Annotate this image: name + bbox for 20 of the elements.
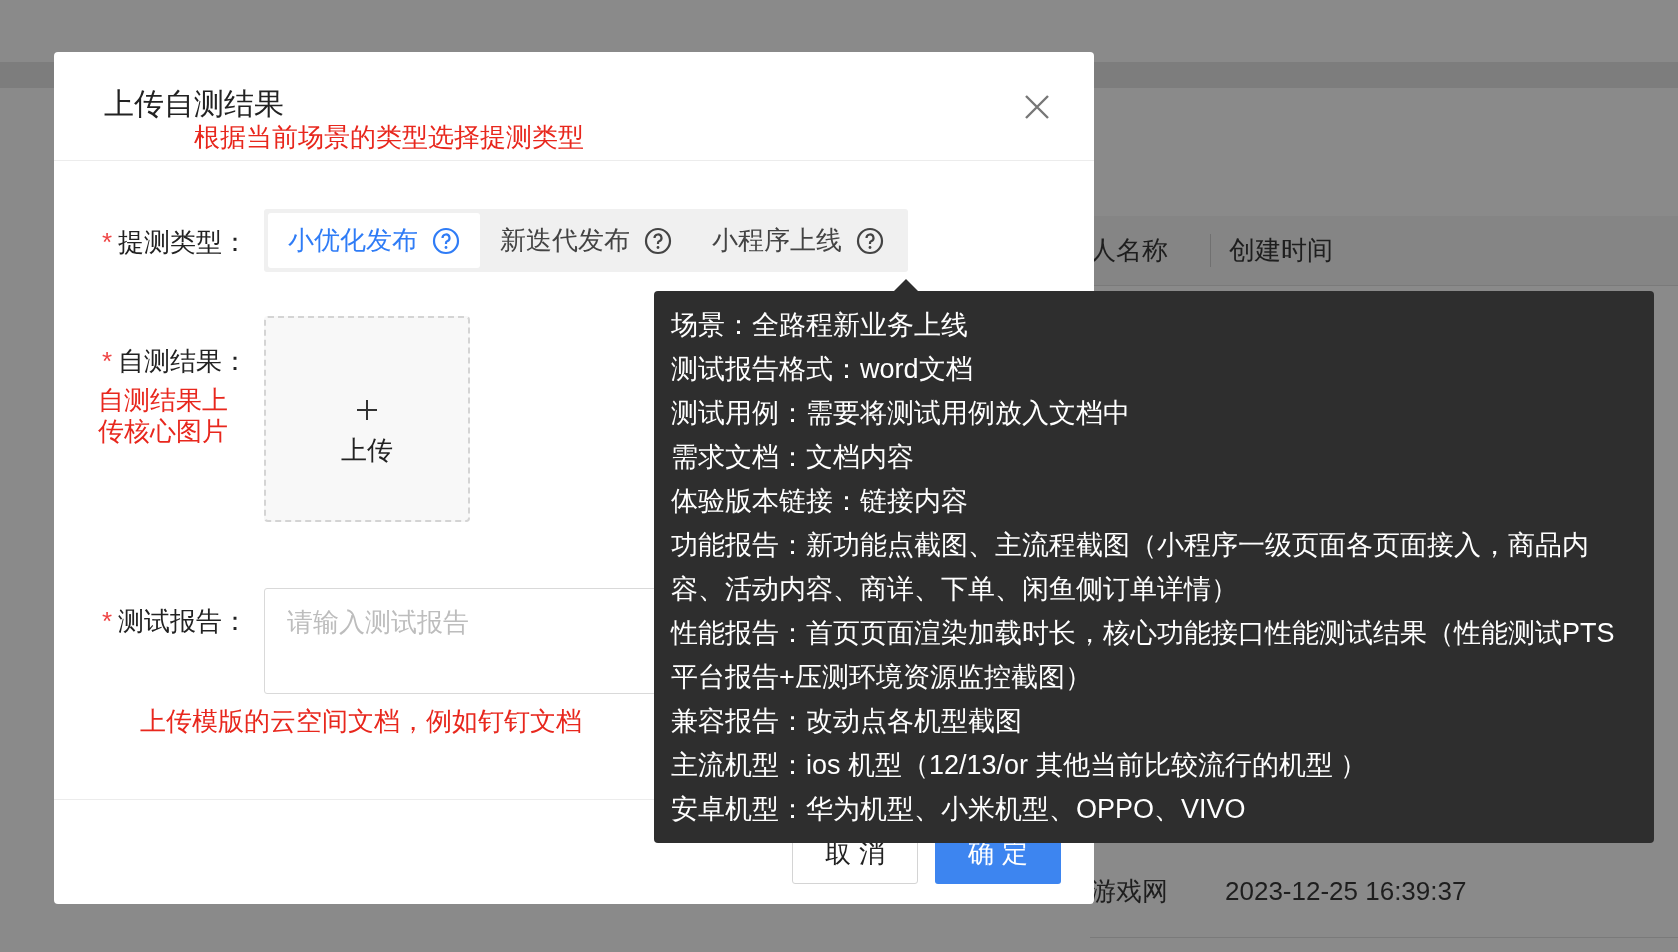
- annotation-text: 根据当前场景的类型选择提测类型: [194, 122, 585, 154]
- tooltip-line: 测试报告格式：word文档: [671, 353, 974, 386]
- annotation-text: 上传模版的云空间文档，例如钉钉文档: [140, 706, 582, 738]
- tooltip-line: 性能报告：首页页面渲染加载时长，核心功能接口性能测试结果（性能测试PTS: [671, 617, 1616, 650]
- tooltip-line: 需求文档：文档内容: [671, 441, 915, 474]
- tooltip-line: 功能报告：新功能点截图、主流程截图（小程序一级页面各页面接入，商品内: [671, 529, 1590, 562]
- tooltip-line: 体验版本链接：链接内容: [671, 485, 969, 518]
- tooltip-line: 兼容报告：改动点各机型截图: [671, 705, 1023, 738]
- table-cell-text: 2023-12-25 16:39:37: [1225, 875, 1467, 908]
- tooltip-line: 测试用例：需要将测试用例放入文档中: [671, 397, 1131, 430]
- field-label: * 自测结果：: [102, 345, 250, 378]
- field-label: * 测试报告：: [102, 605, 250, 638]
- tooltip-line: 平台报告+压测环境资源监控截图）: [671, 661, 1093, 694]
- field-label: * 提测类型：: [102, 226, 250, 259]
- tooltip-line: 场景：全路程新业务上线: [671, 309, 969, 342]
- column-header: 创建时间: [1210, 233, 1333, 268]
- dialog-title: 上传自测结果: [104, 86, 284, 122]
- annotation-text: 自测结果上传核心图片: [98, 385, 229, 448]
- tooltip-line: 主流机型：ios 机型（12/13/or 其他当前比较流行的机型 ）: [671, 749, 1369, 782]
- tooltip-line: 容、活动内容、商详、下单、闲鱼侧订单详情）: [671, 573, 1239, 606]
